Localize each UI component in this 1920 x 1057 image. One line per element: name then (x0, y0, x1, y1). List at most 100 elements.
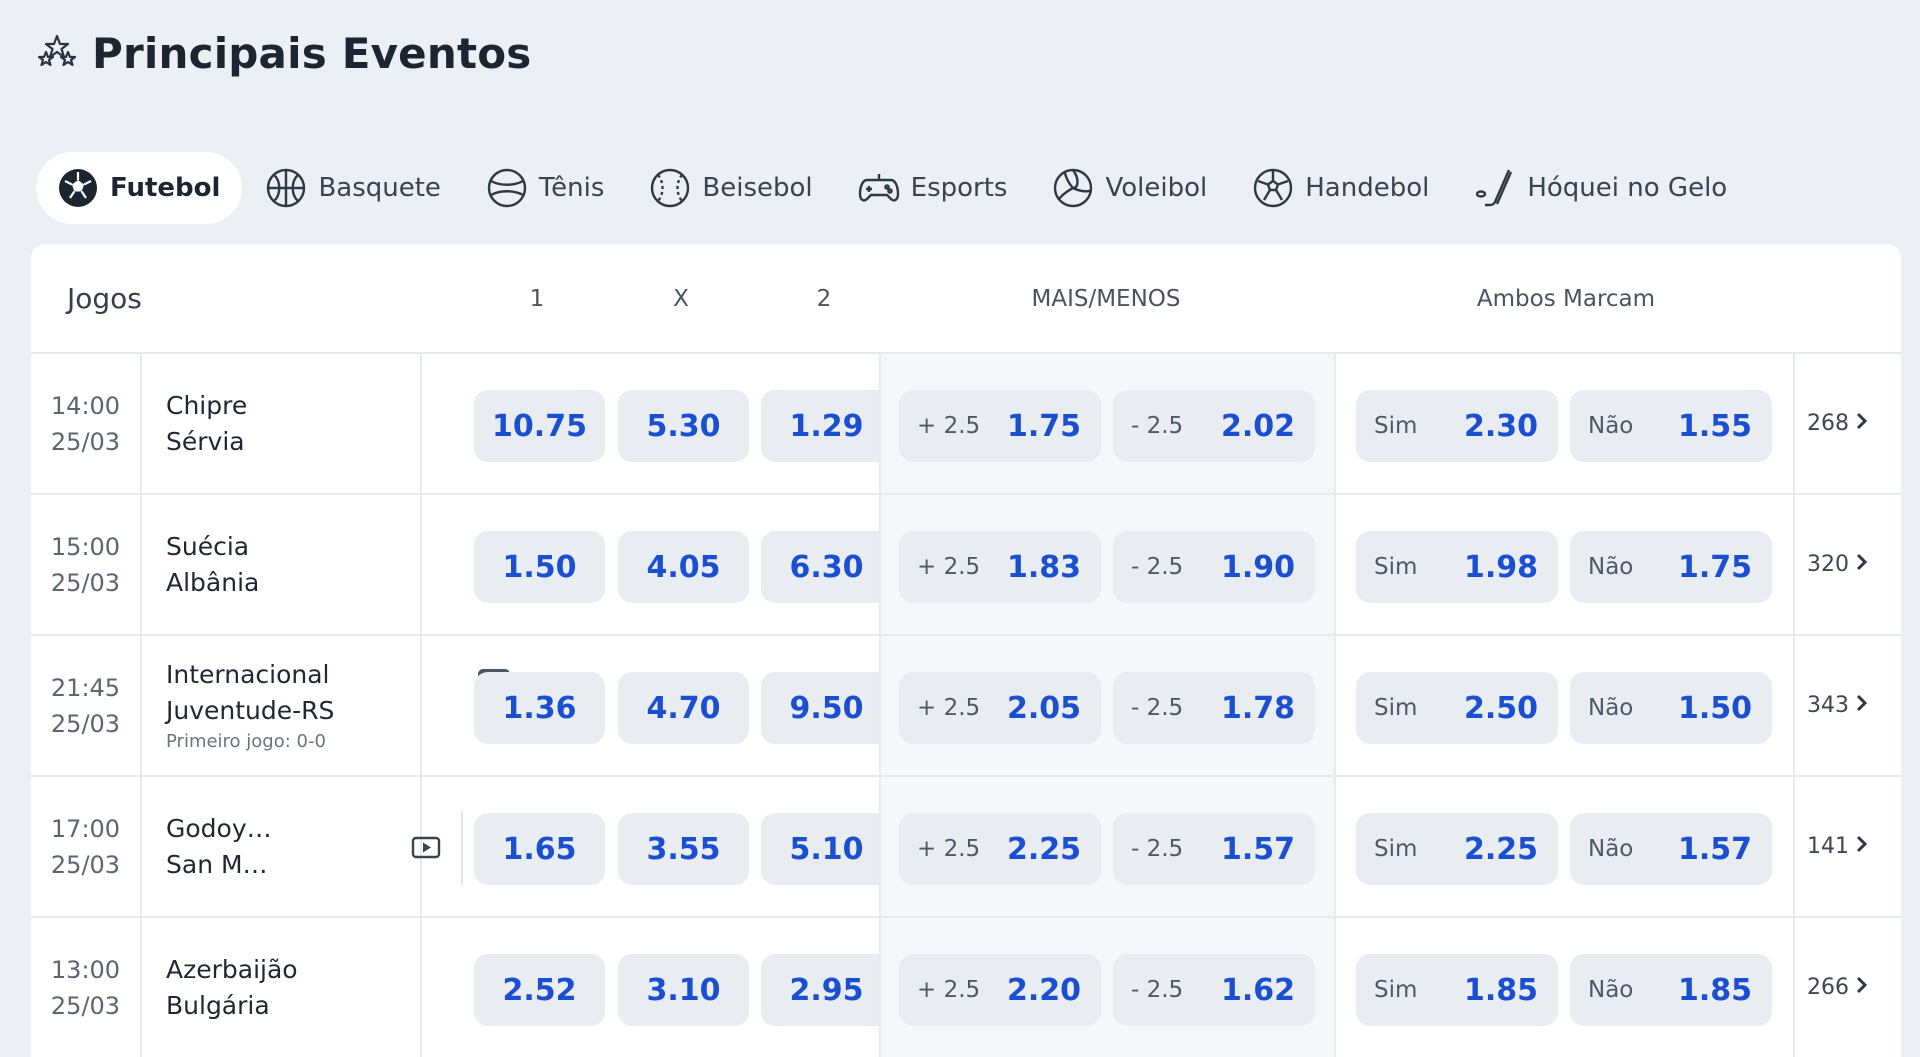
over-under-group: + 2.5 2.25 - 2.5 1.57 (879, 777, 1336, 916)
tab-tennis-ball[interactable]: Tênis (463, 152, 626, 224)
home-team: Azerbaijão (166, 954, 298, 984)
sport-tab-label: Futebol (110, 173, 221, 203)
both-score-no-button[interactable]: Não 1.75 (1570, 531, 1772, 603)
event-teams[interactable]: Godoy… San M… (144, 777, 510, 916)
both-score-group: Sim 1.98 Não 1.75 (1338, 495, 1795, 634)
over-odd-button[interactable]: + 2.5 1.75 (899, 390, 1101, 462)
event-teams[interactable]: Chipre Sérvia (144, 354, 510, 493)
over-odd-label: + 2.5 (917, 977, 981, 1003)
odds-1x2-group: 1.36 4.70 9.50 (424, 636, 892, 775)
more-markets-count: 343 (1807, 693, 1849, 718)
more-markets-link[interactable]: 266 (1807, 918, 1869, 1057)
over-odd-label: + 2.5 (917, 413, 981, 439)
both-score-group: Sim 2.30 Não 1.55 (1338, 354, 1795, 493)
tab-gamepad[interactable]: Esports (835, 152, 1030, 224)
over-odd-button[interactable]: + 2.5 2.25 (899, 813, 1101, 885)
over-odd-value: 1.83 (1006, 549, 1081, 585)
chevron-right-icon (1855, 552, 1869, 578)
tab-soccer-ball[interactable]: Futebol (36, 152, 243, 224)
odd-away-button[interactable]: 2.95 (761, 954, 892, 1026)
more-markets-link[interactable]: 141 (1807, 777, 1869, 916)
teams-names: Azerbaijão Bulgária (166, 918, 298, 1057)
soccer-ball-icon (56, 166, 100, 210)
event-teams[interactable]: Internacional Juventude-RS Primeiro jogo: … (144, 636, 510, 775)
both-score-yes-label: Sim (1374, 695, 1418, 721)
header-away: 2 (816, 286, 832, 312)
under-odd-label: - 2.5 (1131, 413, 1184, 439)
under-odd-button[interactable]: - 2.5 1.57 (1113, 813, 1315, 885)
odds-1x2-group: 1.65 3.55 5.10 (424, 777, 892, 916)
over-odd-value: 2.05 (1006, 690, 1081, 726)
sport-tab-label: Basquete (318, 173, 441, 203)
odd-draw-button[interactable]: 4.70 (618, 672, 749, 744)
both-score-yes-button[interactable]: Sim 2.25 (1356, 813, 1558, 885)
both-score-no-button[interactable]: Não 1.55 (1570, 390, 1772, 462)
table-row: 21:45 25/03 Internacional Juventude-RS Prime… (31, 636, 1901, 777)
sport-tab-label: Esports (910, 173, 1008, 203)
odds-1x2-group: 10.75 5.30 1.29 (424, 354, 892, 493)
both-score-yes-button[interactable]: Sim 2.50 (1356, 672, 1558, 744)
more-markets-link[interactable]: 268 (1807, 354, 1869, 493)
both-score-yes-button[interactable]: Sim 1.98 (1356, 531, 1558, 603)
both-score-no-button[interactable]: Não 1.50 (1570, 672, 1772, 744)
over-odd-button[interactable]: + 2.5 1.83 (899, 531, 1101, 603)
event-teams[interactable]: Azerbaijão Bulgária (144, 918, 510, 1057)
over-odd-value: 2.20 (1006, 972, 1081, 1008)
odd-away-button[interactable]: 5.10 (761, 813, 892, 885)
sport-tab-label: Tênis (538, 173, 605, 203)
tab-hockey-stick[interactable]: Hóquei no Gelo (1451, 152, 1749, 224)
odd-draw-button[interactable]: 4.05 (618, 531, 749, 603)
under-odd-button[interactable]: - 2.5 1.90 (1113, 531, 1315, 603)
both-score-no-button[interactable]: Não 1.85 (1570, 954, 1772, 1026)
over-odd-button[interactable]: + 2.5 2.05 (899, 672, 1101, 744)
odd-draw-button[interactable]: 3.55 (618, 813, 749, 885)
tab-basketball[interactable]: Basquete (242, 152, 462, 224)
table-row: 17:00 25/03 Godoy… San M… 1.65 3.55 5.10 + 2.5 2… (31, 777, 1901, 918)
tab-handball[interactable]: Handebol (1229, 152, 1451, 224)
more-markets-link[interactable]: 320 (1807, 495, 1869, 634)
home-team: Internacional (166, 659, 330, 689)
odd-draw-button[interactable]: 5.30 (618, 390, 749, 462)
chevron-right-icon (1855, 834, 1869, 860)
more-markets-count: 141 (1807, 834, 1849, 859)
over-odd-value: 2.25 (1006, 831, 1081, 867)
handball-icon (1251, 166, 1295, 210)
odd-home-button[interactable]: 2.52 (474, 954, 605, 1026)
tab-volleyball[interactable]: Voleibol (1029, 152, 1229, 224)
odd-away-button[interactable]: 1.29 (761, 390, 892, 462)
gamepad-icon (857, 166, 901, 210)
under-odd-value: 1.78 (1220, 690, 1295, 726)
both-score-group: Sim 1.85 Não 1.85 (1338, 918, 1795, 1057)
tab-baseball[interactable]: Beisebol (626, 152, 834, 224)
more-markets-link[interactable]: 343 (1807, 636, 1869, 775)
under-odd-button[interactable]: - 2.5 2.02 (1113, 390, 1315, 462)
both-score-yes-button[interactable]: Sim 2.30 (1356, 390, 1558, 462)
table-header: Jogos 1 X 2 MAIS/MENOS Ambos Marcam (31, 244, 1901, 354)
odd-home-button[interactable]: 10.75 (474, 390, 605, 462)
chevron-right-icon (1855, 693, 1869, 719)
both-score-yes-label: Sim (1374, 977, 1418, 1003)
under-odd-button[interactable]: - 2.5 1.62 (1113, 954, 1315, 1026)
odd-draw-button[interactable]: 3.10 (618, 954, 749, 1026)
event-time-hour: 15:00 (50, 532, 121, 561)
sport-tab-label: Beisebol (702, 173, 813, 203)
over-odd-label: + 2.5 (917, 554, 981, 580)
baseball-icon (648, 166, 692, 210)
table-body: 14:00 25/03 Chipre Sérvia 10.75 5.30 1.29 + 2.5… (31, 354, 1901, 1057)
event-time-hour: 21:45 (50, 673, 121, 702)
odds-1x2-group: 1.50 4.05 6.30 (424, 495, 892, 634)
under-odd-button[interactable]: - 2.5 1.78 (1113, 672, 1315, 744)
odd-home-button[interactable]: 1.36 (474, 672, 605, 744)
odd-home-button[interactable]: 1.65 (474, 813, 605, 885)
event-teams[interactable]: Suécia Albânia (144, 495, 510, 634)
under-odd-label: - 2.5 (1131, 554, 1184, 580)
over-odd-button[interactable]: + 2.5 2.20 (899, 954, 1101, 1026)
page-header: Principais Eventos (34, 26, 532, 80)
both-score-yes-button[interactable]: Sim 1.85 (1356, 954, 1558, 1026)
odd-home-button[interactable]: 1.50 (474, 531, 605, 603)
event-date: 25/03 (50, 427, 121, 456)
both-score-no-button[interactable]: Não 1.57 (1570, 813, 1772, 885)
odd-away-button[interactable]: 9.50 (761, 672, 892, 744)
odd-away-button[interactable]: 6.30 (761, 531, 892, 603)
over-under-group: + 2.5 1.75 - 2.5 2.02 (879, 354, 1336, 493)
